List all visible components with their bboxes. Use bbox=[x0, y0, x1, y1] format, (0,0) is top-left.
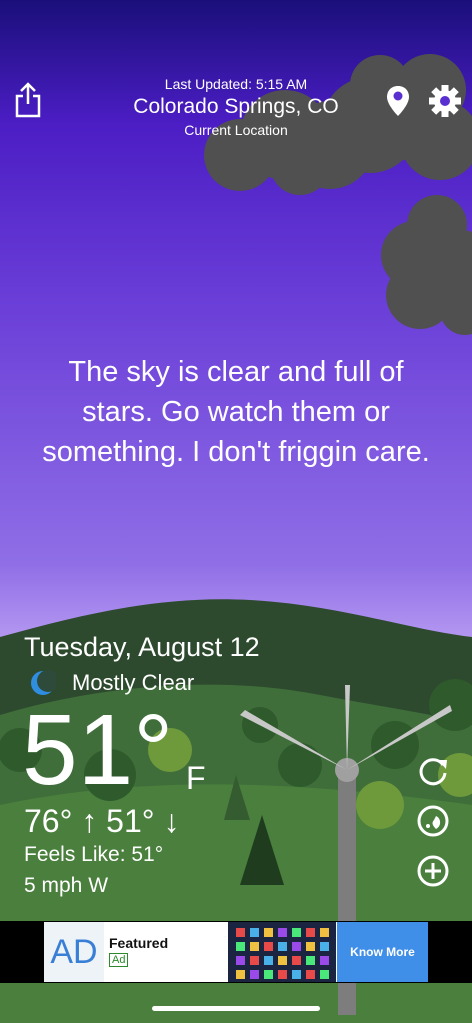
cloud-2 bbox=[381, 195, 472, 335]
date-label: Tuesday, August 12 bbox=[24, 632, 260, 662]
add-location-button[interactable] bbox=[416, 854, 450, 888]
ad-featured-label: Featured bbox=[109, 935, 169, 951]
high-low: 76° ↑ 51° ↓ bbox=[24, 803, 180, 839]
temperature[interactable]: 51° bbox=[22, 700, 173, 800]
refresh-button[interactable] bbox=[416, 754, 450, 788]
gear-icon bbox=[429, 85, 461, 117]
radar-icon bbox=[417, 805, 449, 837]
add-icon bbox=[417, 855, 449, 887]
settings-button[interactable] bbox=[428, 84, 462, 118]
location-label: Current Location bbox=[184, 122, 288, 138]
moon-icon bbox=[31, 670, 56, 695]
radar-button[interactable] bbox=[416, 804, 450, 838]
ad-game-image bbox=[228, 922, 336, 982]
home-indicator[interactable] bbox=[152, 1006, 320, 1011]
temperature-unit[interactable]: F bbox=[186, 760, 206, 797]
refresh-icon bbox=[419, 758, 447, 786]
feels-like: Feels Like: 51° bbox=[24, 843, 164, 866]
weather-screen: Last Updated: 5:15 AM Colorado Springs, … bbox=[0, 0, 472, 1023]
weather-message: The sky is clear and full of stars. Go w… bbox=[42, 356, 430, 468]
location-pin-icon bbox=[387, 86, 409, 116]
ad-tag: Ad bbox=[109, 953, 129, 967]
ad-logo: AD bbox=[44, 922, 104, 982]
condition-label: Mostly Clear bbox=[72, 670, 195, 695]
wind-speed: 5 mph W bbox=[24, 874, 109, 897]
ad-know-more-button[interactable]: Know More bbox=[337, 922, 428, 982]
location-button[interactable] bbox=[386, 84, 410, 118]
